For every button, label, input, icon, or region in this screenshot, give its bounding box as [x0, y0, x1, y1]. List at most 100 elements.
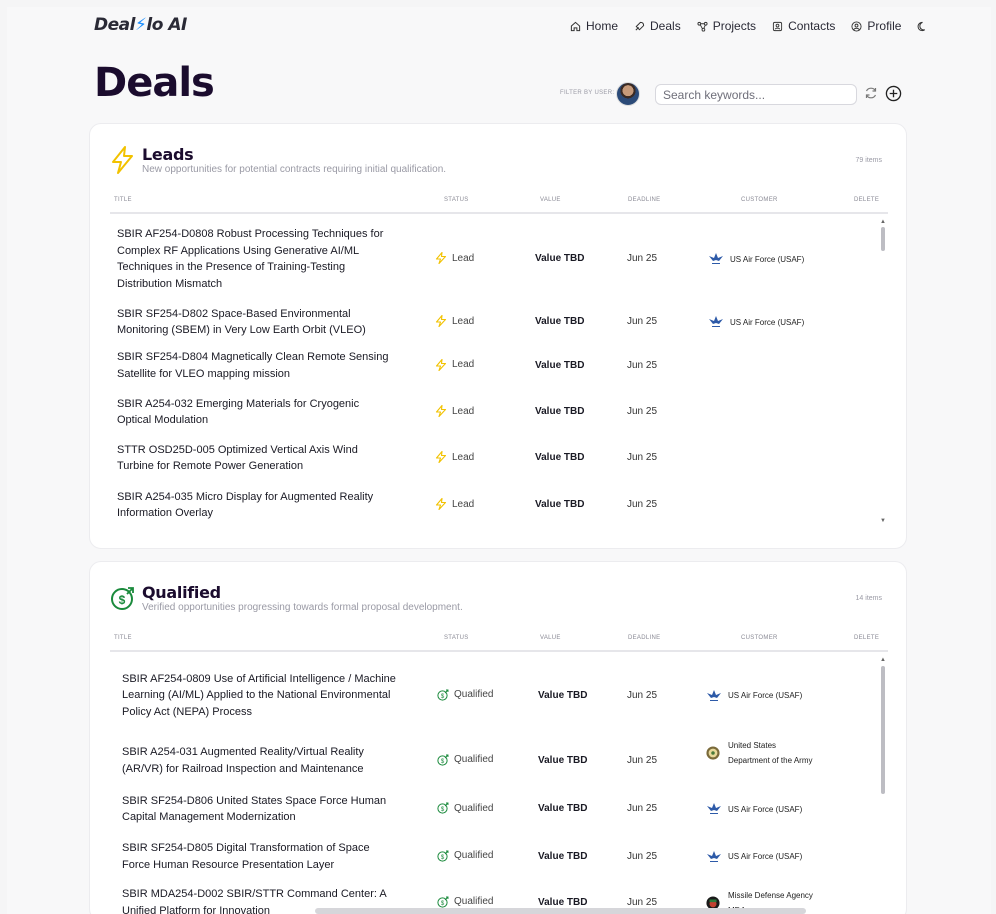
- table-row[interactable]: SBIR SF254-D805 Digital Transformation o…: [110, 834, 888, 879]
- contacts-icon: [772, 21, 783, 31]
- deal-deadline: Jun 25: [627, 253, 658, 264]
- dollar-arrows-icon: $: [437, 850, 449, 862]
- lightning-icon: [435, 358, 447, 371]
- search-input[interactable]: [655, 84, 857, 105]
- nav-contacts[interactable]: Contacts: [772, 19, 835, 33]
- status-label: Lead: [452, 252, 475, 264]
- deal-title[interactable]: SBIR SF254-D805 Digital Transformation o…: [122, 840, 397, 873]
- leads-count: 79 items: [855, 157, 882, 164]
- dollar-arrows-icon: $: [111, 587, 134, 610]
- status-label: Qualified: [454, 754, 494, 765]
- deal-deadline: Jun 25: [627, 850, 658, 862]
- customer-cell[interactable]: US Air Force (USAF): [708, 315, 822, 330]
- deal-title[interactable]: SBIR AF254-D0808 Robust Processing Techn…: [117, 226, 392, 292]
- table-row[interactable]: SBIR SF254-D806 United States Space Forc…: [110, 784, 888, 834]
- table-row[interactable]: SBIR A254-032 Emerging Materials for Cry…: [110, 389, 888, 435]
- add-deal-icon[interactable]: [885, 85, 902, 102]
- deal-title[interactable]: SBIR SF254-D806 United States Space Forc…: [122, 793, 397, 826]
- deal-title[interactable]: SBIR A254-035 Micro Display for Augmente…: [117, 489, 392, 522]
- scroll-up-arrow[interactable]: ▲: [880, 219, 886, 225]
- leads-title: Leads: [142, 145, 194, 164]
- deal-value: Value TBD: [538, 803, 588, 814]
- lightning-icon: [435, 451, 447, 463]
- qualified-title: Qualified: [142, 583, 221, 602]
- customer-cell[interactable]: US Air Force (USAF): [706, 802, 820, 817]
- deal-deadline: Jun 25: [627, 499, 658, 510]
- table-row[interactable]: SBIR SF254-D802 Space-Based Environmenta…: [110, 302, 888, 342]
- user-filter-avatar[interactable]: [616, 82, 640, 106]
- logo-bolt-icon: ⚡: [134, 15, 147, 35]
- scroll-up-arrow[interactable]: ▲: [880, 657, 886, 663]
- status-badge: Lead: [435, 252, 474, 264]
- lightning-icon: [435, 498, 447, 510]
- deal-title[interactable]: SBIR AF254-0809 Use of Artificial Intell…: [122, 671, 397, 721]
- deal-value: Value TBD: [535, 253, 585, 264]
- customer-cell[interactable]: US Air Force (USAF): [706, 688, 820, 703]
- table-row[interactable]: STTR OSD25D-005 Optimized Vertical Axis …: [110, 435, 888, 481]
- page-horizontal-scrollbar[interactable]: [315, 908, 806, 914]
- svg-text:$: $: [441, 759, 445, 765]
- nav-home[interactable]: Home: [570, 19, 618, 33]
- deal-title[interactable]: SBIR A254-031 Augmented Reality/Virtual …: [122, 744, 397, 777]
- status-badge: $ Qualified: [437, 850, 493, 862]
- customer-cell[interactable]: US Air Force (USAF): [706, 849, 820, 864]
- status-label: Qualified: [454, 802, 494, 814]
- deal-title[interactable]: SBIR SF254-D804 Magnetically Clean Remot…: [117, 349, 392, 382]
- table-row[interactable]: SBIR A254-035 Micro Display for Augmente…: [110, 481, 888, 529]
- customer-name: United States Department of the Army: [728, 741, 813, 765]
- col-customer: CUSTOMER: [741, 635, 778, 641]
- col-delete: DELETE: [854, 635, 880, 641]
- lightning-icon: [435, 252, 447, 264]
- customer-name: US Air Force (USAF): [730, 254, 805, 264]
- deal-title[interactable]: SBIR A254-032 Emerging Materials for Cry…: [117, 396, 392, 429]
- svg-text:$: $: [119, 593, 126, 607]
- col-title: TITLE: [114, 197, 132, 203]
- usaf-logo-icon: [708, 315, 724, 329]
- leads-table-header: TITLE STATUS VALUE DEADLINE CUSTOMER DEL…: [110, 196, 888, 214]
- customer-cell[interactable]: US Air Force (USAF): [708, 252, 822, 267]
- filter-by-user-label: FILTER BY USER:: [560, 90, 615, 96]
- deal-deadline: Jun 25: [627, 754, 658, 766]
- qualified-section: $ Qualified Verified opportunities progr…: [89, 561, 907, 914]
- deal-deadline: Jun 25: [627, 316, 658, 327]
- lightning-icon: [112, 146, 133, 174]
- page: { "app": { "logo_pre": "Deal", "logo_mid…: [0, 0, 996, 914]
- col-value: VALUE: [540, 635, 561, 641]
- qualified-scrollbar[interactable]: [881, 666, 885, 794]
- dollar-arrows-icon: $: [437, 689, 449, 701]
- qualified-subtitle: Verified opportunities progressing towar…: [142, 602, 463, 613]
- table-row[interactable]: SBIR SF254-D804 Magnetically Clean Remot…: [110, 342, 888, 389]
- app-logo[interactable]: Deal⚡lo AI: [94, 15, 187, 35]
- user-circle-icon: [851, 20, 862, 32]
- col-delete: DELETE: [854, 197, 880, 203]
- refresh-icon[interactable]: [864, 86, 878, 100]
- nav-deals[interactable]: Deals: [634, 19, 681, 33]
- qualified-rows: SBIR AF254-0809 Use of Artificial Intell…: [110, 654, 888, 914]
- leads-subtitle: New opportunities for potential contract…: [142, 164, 447, 175]
- table-row[interactable]: SBIR AF254-0809 Use of Artificial Intell…: [110, 654, 888, 737]
- status-badge: Lead: [435, 405, 474, 417]
- customer-cell[interactable]: United States Department of the Army: [706, 738, 820, 768]
- deal-deadline: Jun 25: [627, 452, 658, 463]
- nav-profile-label: Profile: [867, 19, 902, 33]
- deal-deadline: Jun 25: [627, 803, 658, 814]
- status-badge: Lead: [435, 315, 474, 327]
- nav-projects[interactable]: Projects: [697, 19, 756, 33]
- deal-value: Value TBD: [535, 316, 585, 327]
- leads-section: Leads New opportunities for potential co…: [89, 123, 907, 549]
- table-row[interactable]: SBIR A254-031 Augmented Reality/Virtual …: [110, 737, 888, 784]
- nav-profile[interactable]: Profile: [851, 19, 901, 33]
- nav-contacts-label: Contacts: [788, 19, 836, 33]
- lightning-icon: [435, 315, 447, 327]
- leads-scrollbar[interactable]: [881, 227, 885, 251]
- status-badge: Lead: [435, 451, 474, 463]
- deal-title[interactable]: STTR OSD25D-005 Optimized Vertical Axis …: [117, 442, 392, 475]
- main-nav: Home Deals Projects Contacts Profile: [570, 19, 928, 33]
- table-row[interactable]: SBIR AF254-D0808 Robust Processing Techn…: [110, 216, 888, 302]
- theme-toggle[interactable]: [917, 21, 928, 32]
- deal-title[interactable]: SBIR SF254-D802 Space-Based Environmenta…: [117, 306, 392, 339]
- nav-home-label: Home: [586, 19, 619, 33]
- status-label: Qualified: [454, 689, 494, 700]
- scroll-down-arrow[interactable]: ▼: [880, 518, 886, 524]
- usaf-logo-icon: [706, 850, 722, 864]
